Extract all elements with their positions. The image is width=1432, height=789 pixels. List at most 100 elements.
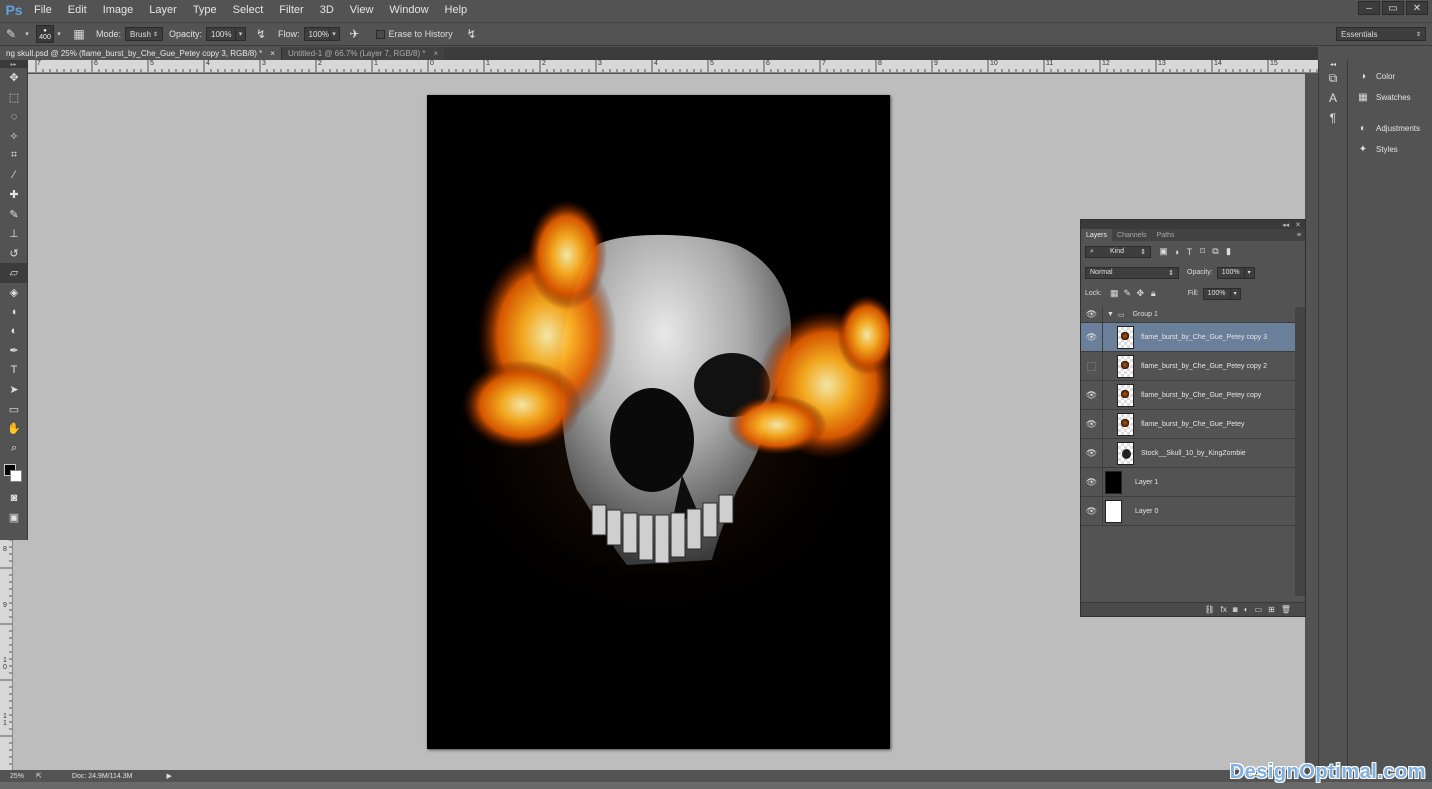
- filter-smart-object-icon[interactable]: ⧉: [1209, 246, 1222, 258]
- dodge-tool-icon[interactable]: ◐: [0, 322, 28, 342]
- shape-tool-icon[interactable]: ▭: [0, 400, 28, 420]
- layer-row[interactable]: 👁︎ Stock__Skull_10_by_KingZombie: [1081, 438, 1296, 468]
- dock-adjustments[interactable]: ◐ Adjustments: [1348, 118, 1432, 139]
- panel-menu-icon[interactable]: ≡: [1297, 229, 1305, 241]
- menu-window[interactable]: Window: [381, 0, 436, 20]
- erase-to-history-checkbox[interactable]: [375, 29, 385, 39]
- layer-row[interactable]: 👁︎ flame_burst_by_Che_Gue_Petey: [1081, 409, 1296, 439]
- layer-row[interactable]: 👁︎ flame_burst_by_Che_Gue_Petey copy 3: [1081, 322, 1296, 352]
- fill-dropdown-icon[interactable]: ▾: [1230, 287, 1241, 300]
- eye-icon[interactable]: 👁︎: [1081, 322, 1103, 352]
- pressure-opacity-icon[interactable]: ↯: [250, 25, 272, 43]
- menu-help[interactable]: Help: [437, 0, 476, 20]
- pressure-size-icon[interactable]: ↯: [461, 25, 483, 43]
- menu-filter[interactable]: Filter: [271, 0, 311, 20]
- mode-select[interactable]: Brush ⇕: [125, 27, 164, 41]
- filter-adjustment-icon[interactable]: ◑: [1170, 246, 1183, 258]
- blur-tool-icon[interactable]: ◖: [0, 302, 28, 322]
- eye-icon[interactable]: 👁︎: [1081, 409, 1103, 439]
- eraser-tool-icon[interactable]: ▱: [0, 263, 28, 283]
- adjustment-layer-icon[interactable]: ◐: [1244, 605, 1249, 614]
- status-menu-arrow-icon[interactable]: ▶: [166, 772, 171, 780]
- tab-layers[interactable]: Layers: [1081, 229, 1113, 241]
- lasso-tool-icon[interactable]: ◌: [0, 107, 28, 127]
- new-group-icon[interactable]: ▭: [1255, 605, 1263, 614]
- lock-image-icon[interactable]: ✎: [1121, 288, 1134, 300]
- opacity-field[interactable]: 100%: [206, 27, 237, 41]
- filter-toggle-icon[interactable]: ▮: [1222, 246, 1235, 258]
- brush-dropdown-icon[interactable]: ▾: [54, 27, 64, 41]
- tab-close-icon[interactable]: ×: [270, 49, 275, 58]
- history-brush-tool-icon[interactable]: ↺: [0, 244, 28, 264]
- menu-type[interactable]: Type: [185, 0, 225, 20]
- filter-shape-icon[interactable]: ⌑: [1196, 246, 1209, 258]
- eye-icon[interactable]: 👁︎: [1081, 438, 1103, 468]
- minimize-button[interactable]: –: [1358, 1, 1380, 15]
- opacity-dropdown-icon[interactable]: ▾: [1244, 266, 1255, 279]
- layer-row[interactable]: 👁︎ Layer 0: [1081, 496, 1296, 526]
- menu-edit[interactable]: Edit: [60, 0, 95, 20]
- pen-tool-icon[interactable]: ✒: [0, 341, 28, 361]
- filter-kind-select[interactable]: ⌕ Kind ⇕: [1085, 245, 1151, 258]
- ruler-horizontal[interactable]: 7 6 5 4 3 2 1 0 1 2 3 4 5 6 7 8 9 10 11 …: [28, 60, 1318, 73]
- layer-row[interactable]: 👁︎ flame_burst_by_Che_Gue_Petey copy: [1081, 380, 1296, 410]
- panel-collapse-icon[interactable]: ◂◂: [1282, 221, 1289, 229]
- paint-bucket-tool-icon[interactable]: ◈: [0, 283, 28, 303]
- layer-group[interactable]: 👁︎ ▼ ▭ Group 1: [1081, 306, 1296, 323]
- group-expand-icon[interactable]: ▼: [1107, 311, 1114, 318]
- export-icon[interactable]: ⇱: [36, 772, 42, 780]
- link-layers-icon[interactable]: ⛓: [1205, 605, 1215, 614]
- magic-wand-tool-icon[interactable]: ✧: [0, 127, 28, 147]
- screen-mode-icon[interactable]: ▣: [0, 508, 28, 528]
- visibility-toggle[interactable]: [1081, 351, 1103, 381]
- history-panel-icon[interactable]: ⧉: [1319, 68, 1347, 88]
- brush-tool-icon[interactable]: ✎: [0, 205, 28, 225]
- tab-close-icon[interactable]: ×: [433, 49, 438, 58]
- zoom-tool-icon[interactable]: ⌕: [0, 439, 28, 459]
- flow-dropdown-icon[interactable]: ▾: [329, 27, 340, 41]
- tab-skull-psd[interactable]: ng skull.psd @ 25% (flame_burst_by_Che_G…: [0, 47, 281, 60]
- marquee-tool-icon[interactable]: ⬚: [0, 88, 28, 108]
- trash-icon[interactable]: 🗑︎: [1281, 605, 1291, 614]
- layer-opacity-field[interactable]: 100%: [1216, 266, 1245, 279]
- background-color[interactable]: [10, 470, 22, 482]
- type-tool-icon[interactable]: T: [0, 361, 28, 381]
- quick-mask-icon[interactable]: ◙: [0, 488, 28, 508]
- lock-transparent-icon[interactable]: ▦: [1108, 288, 1121, 300]
- layer-row[interactable]: flame_burst_by_Che_Gue_Petey copy 2: [1081, 351, 1296, 381]
- move-tool-icon[interactable]: ✥: [0, 68, 28, 88]
- menu-image[interactable]: Image: [95, 0, 142, 20]
- flow-field[interactable]: 100%: [303, 27, 330, 41]
- airbrush-icon[interactable]: ✈: [344, 25, 366, 43]
- brush-size-picker[interactable]: ● 400: [36, 25, 54, 43]
- menu-layer[interactable]: Layer: [141, 0, 185, 20]
- blend-mode-select[interactable]: Normal ⇕: [1085, 266, 1179, 279]
- crop-tool-icon[interactable]: ⌗: [0, 146, 28, 166]
- close-button[interactable]: ✕: [1406, 1, 1428, 15]
- layer-row[interactable]: 👁︎ Layer 1: [1081, 467, 1296, 497]
- clone-stamp-tool-icon[interactable]: ⊥: [0, 224, 28, 244]
- document-canvas[interactable]: [427, 95, 890, 749]
- eraser-tool-preset-icon[interactable]: ✎: [0, 25, 22, 43]
- dock-styles[interactable]: ✦ Styles: [1348, 139, 1432, 160]
- healing-brush-tool-icon[interactable]: ✚: [0, 185, 28, 205]
- panel-close-icon[interactable]: ✕: [1295, 221, 1301, 229]
- eye-icon[interactable]: 👁︎: [1081, 496, 1103, 526]
- color-swatches[interactable]: [0, 458, 28, 488]
- preset-dropdown-icon[interactable]: ▾: [22, 27, 32, 41]
- paragraph-panel-icon[interactable]: ¶: [1319, 108, 1347, 128]
- eyedropper-tool-icon[interactable]: ⁄: [0, 166, 28, 186]
- menu-3d[interactable]: 3D: [312, 0, 342, 20]
- filter-type-icon[interactable]: T: [1183, 246, 1196, 258]
- eye-icon[interactable]: 👁︎: [1081, 467, 1103, 497]
- character-panel-icon[interactable]: A: [1319, 88, 1347, 108]
- lock-position-icon[interactable]: ✥: [1134, 288, 1147, 300]
- hand-tool-icon[interactable]: ✋: [0, 419, 28, 439]
- layers-scrollbar[interactable]: [1295, 307, 1305, 596]
- eye-icon[interactable]: 👁︎: [1081, 380, 1103, 410]
- fill-field[interactable]: 100%: [1202, 287, 1231, 300]
- add-mask-icon[interactable]: ◙: [1233, 605, 1238, 614]
- fx-icon[interactable]: fx: [1221, 605, 1227, 614]
- workspace-select[interactable]: Essentials ⇕: [1336, 27, 1426, 41]
- eye-icon[interactable]: 👁︎: [1081, 306, 1103, 323]
